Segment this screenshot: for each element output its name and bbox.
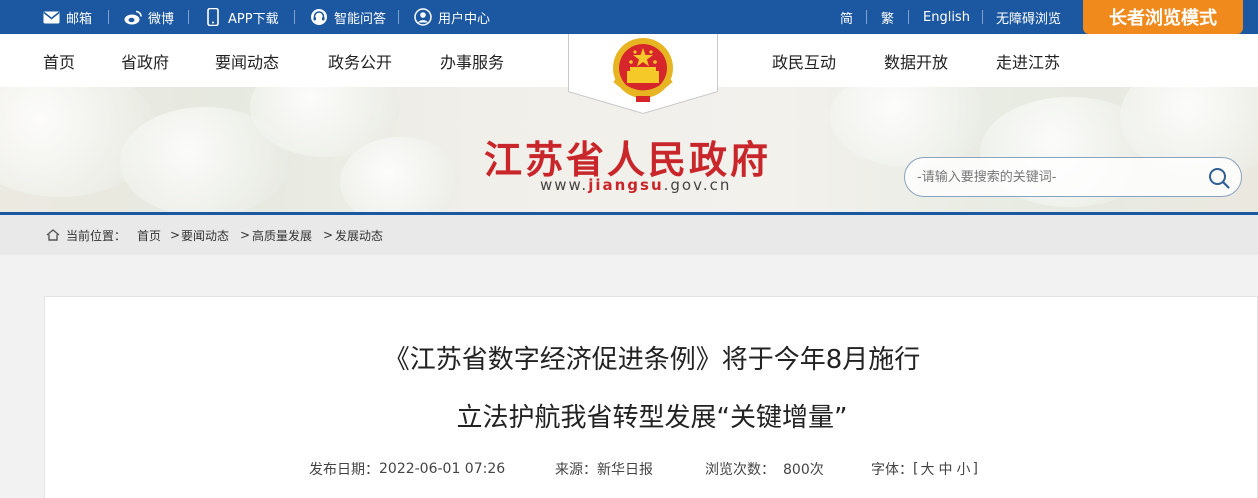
- app-download-link[interactable]: APP下载: [204, 0, 279, 34]
- smart-qa-label: 智能问答: [334, 11, 387, 27]
- nav-provincial-government[interactable]: 省政府: [121, 34, 169, 87]
- breadcrumb-news[interactable]: 要闻动态: [181, 215, 229, 255]
- user-center-link[interactable]: 用户中心: [414, 0, 490, 34]
- top-bar: 邮箱 微博 APP下载 智能问答 用户中心 简 繁 English 无障碍浏览 …: [0, 0, 1258, 34]
- breadcrumb: 当前位置： 首页 > 要闻动态 > 高质量发展 > 发展动态: [0, 215, 1258, 255]
- domain-suffix: .gov.cn: [663, 176, 732, 194]
- source-value: 新华日报: [597, 462, 653, 478]
- view-count-label: 浏览次数：: [705, 462, 775, 478]
- breadcrumb-development-news[interactable]: 发展动态: [335, 215, 383, 255]
- search-icon[interactable]: [1207, 166, 1231, 190]
- publish-date: 发布日期： 2022-06-01 07:26: [309, 459, 505, 479]
- mail-link[interactable]: 邮箱: [42, 0, 92, 34]
- font-size-bracket-close: ]: [972, 461, 978, 477]
- publish-date-label: 发布日期：: [309, 462, 379, 478]
- nav-about-jiangsu[interactable]: 走进江苏: [996, 34, 1060, 87]
- font-size-small[interactable]: 小: [954, 459, 972, 479]
- breadcrumb-separator: >: [170, 228, 181, 242]
- breadcrumb-home[interactable]: 首页: [137, 215, 161, 255]
- site-domain: www.jiangsu.gov.cn: [540, 176, 731, 194]
- accessibility-link[interactable]: 无障碍浏览: [996, 0, 1061, 34]
- app-download-label: APP下载: [228, 11, 279, 27]
- english-link[interactable]: English: [923, 0, 970, 34]
- mail-label: 邮箱: [66, 11, 93, 27]
- font-size-large[interactable]: 大: [918, 459, 936, 479]
- view-count-value: 800次: [783, 462, 824, 478]
- user-center-label: 用户中心: [438, 11, 491, 27]
- mail-icon: [42, 8, 60, 26]
- breadcrumb-separator: >: [323, 228, 334, 242]
- breadcrumb-high-quality-development[interactable]: 高质量发展: [252, 215, 312, 255]
- font-size-medium[interactable]: 中: [936, 459, 954, 479]
- weibo-link[interactable]: 微博: [124, 0, 174, 34]
- domain-main: jiangsu: [588, 176, 664, 194]
- home-icon: [46, 215, 60, 255]
- font-size-label: 字体：: [871, 462, 913, 478]
- article-title-line-2: 立法护航我省转型发展“关键增量”: [456, 403, 848, 433]
- font-size-control: 字体： [ 大 中 小 ]: [871, 459, 978, 479]
- traditional-chinese-link[interactable]: 繁: [881, 0, 894, 34]
- view-count: 浏览次数： 800次: [705, 459, 824, 479]
- nav-home[interactable]: 首页: [43, 34, 75, 87]
- nav-open-data[interactable]: 数据开放: [884, 34, 948, 87]
- nav-government-affairs[interactable]: 政务公开: [328, 34, 392, 87]
- weibo-icon: [124, 8, 142, 26]
- publish-date-value: 2022-06-01 07:26: [379, 461, 506, 477]
- source-label: 来源：: [555, 462, 597, 478]
- article-panel: 《江苏省数字经济促进条例》将于今年8月施行 立法护航我省转型发展“关键增量” 发…: [44, 296, 1258, 498]
- nav-services[interactable]: 办事服务: [440, 34, 504, 87]
- breadcrumb-separator: >: [240, 228, 251, 242]
- phone-icon: [204, 8, 222, 26]
- domain-prefix: www.: [540, 176, 589, 194]
- search-box: [904, 157, 1242, 197]
- article-title-line-1: 《江苏省数字经济促进条例》将于今年8月施行: [383, 345, 921, 375]
- search-input[interactable]: [917, 158, 1197, 196]
- nav-news[interactable]: 要闻动态: [215, 34, 279, 87]
- headset-icon: [310, 8, 328, 26]
- smart-qa-link[interactable]: 智能问答: [310, 0, 386, 34]
- breadcrumb-label: 当前位置：: [66, 228, 127, 243]
- nav-interaction[interactable]: 政民互动: [772, 34, 836, 87]
- weibo-label: 微博: [148, 11, 175, 27]
- user-icon: [414, 8, 432, 26]
- simplified-chinese-link[interactable]: 简: [840, 0, 853, 34]
- elder-mode-button[interactable]: 长者浏览模式: [1083, 0, 1243, 34]
- article-source: 来源： 新华日报: [555, 459, 653, 479]
